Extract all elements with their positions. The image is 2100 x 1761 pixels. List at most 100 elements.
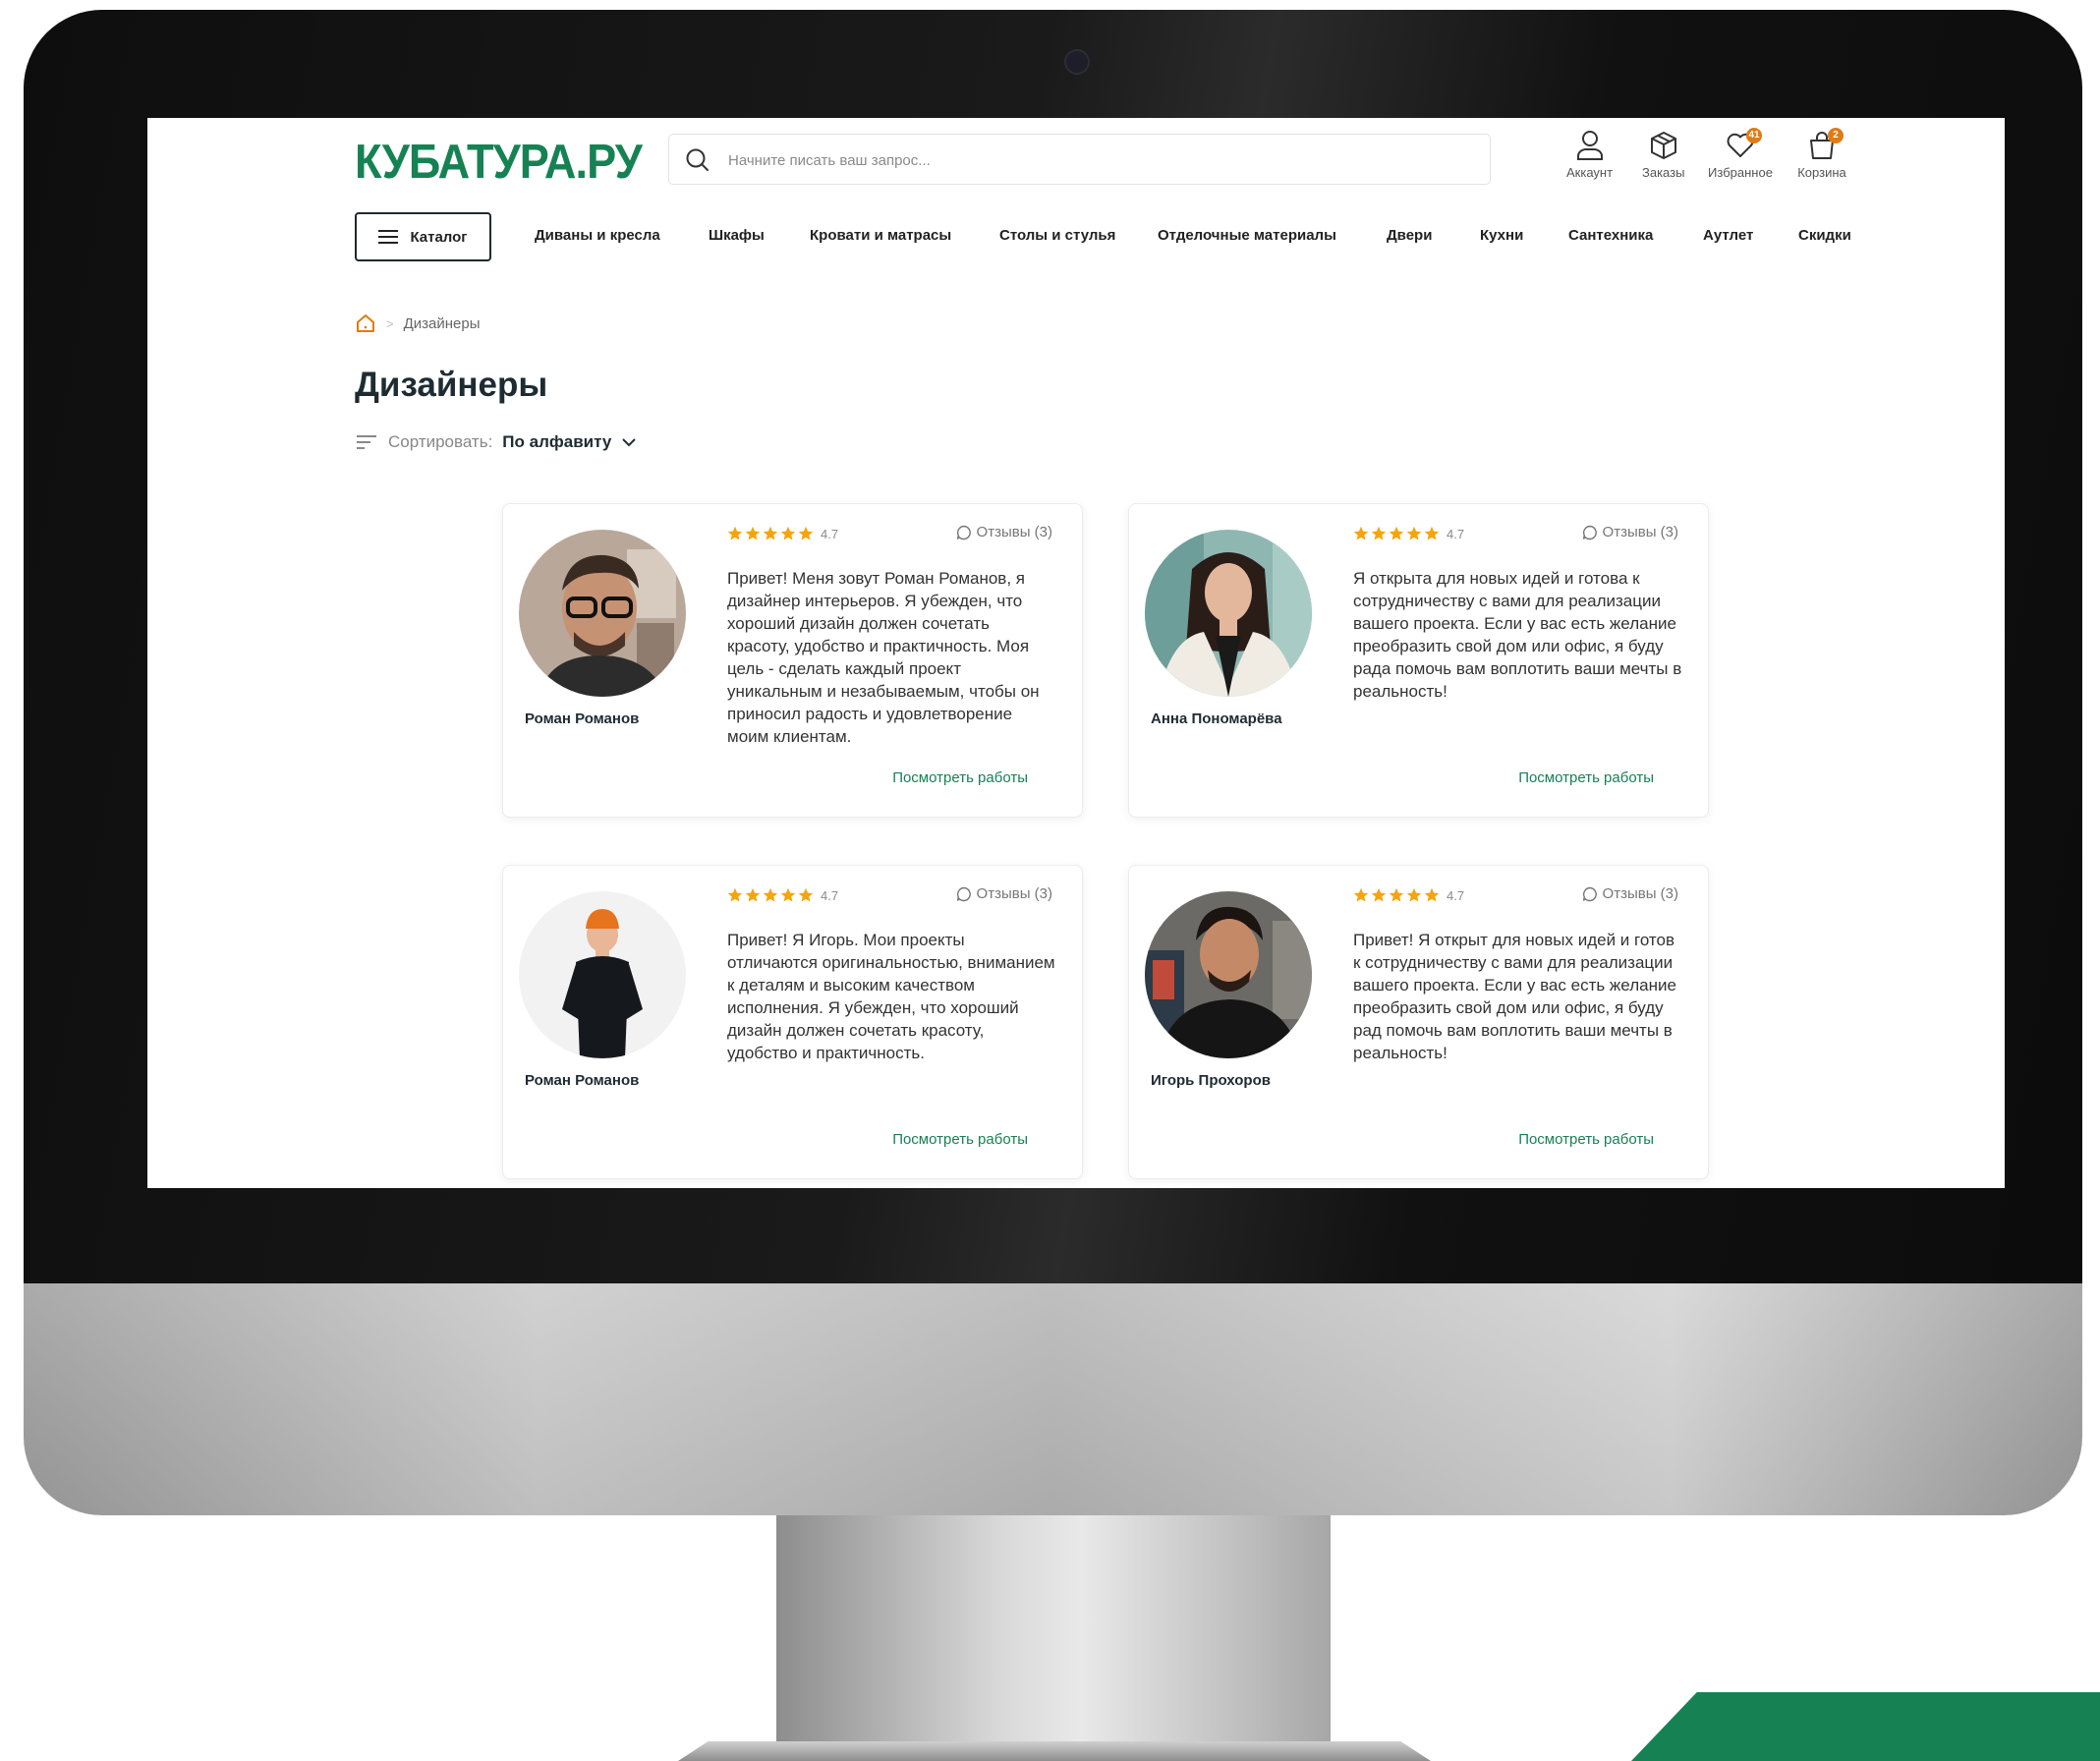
reviews-label: Отзывы (3) bbox=[976, 885, 1052, 902]
star-icon bbox=[745, 526, 761, 540]
search-input[interactable] bbox=[726, 144, 1457, 176]
designer-name: Роман Романов bbox=[525, 710, 640, 727]
star-icon bbox=[1353, 887, 1369, 902]
star-icon bbox=[727, 887, 743, 902]
designer-name: Роман Романов bbox=[525, 1072, 640, 1089]
nav-item-tables[interactable]: Столы и стулья bbox=[999, 227, 1115, 244]
favorites-button[interactable]: Избранное 41 bbox=[1703, 128, 1778, 180]
designer-bio: Привет! Я открыт для новых идей и готов … bbox=[1353, 931, 1676, 1062]
star-icon bbox=[763, 887, 778, 902]
star-icon bbox=[1406, 526, 1422, 540]
monitor-chin bbox=[24, 1283, 2082, 1515]
sort-control[interactable]: Сортировать: По алфавиту bbox=[357, 432, 637, 452]
comment-icon bbox=[1582, 525, 1597, 540]
star-rating: 4.7 bbox=[1353, 887, 1464, 903]
screen: КУБАТУРА.РУ Аккаунт Заказы bbox=[147, 118, 2005, 1188]
nav-item-kitchens[interactable]: Кухни bbox=[1480, 227, 1523, 244]
cart-count-badge: 2 bbox=[1828, 128, 1844, 143]
sort-value[interactable]: По алфавиту bbox=[502, 432, 611, 452]
star-icon bbox=[1424, 887, 1440, 902]
avatar bbox=[1145, 891, 1312, 1058]
search-icon bbox=[686, 148, 709, 171]
star-icon bbox=[727, 526, 743, 540]
site-logo[interactable]: КУБАТУРА.РУ bbox=[355, 139, 643, 187]
designer-bio: Привет! Я Игорь. Мои проекты отличаются … bbox=[727, 931, 1055, 1062]
star-icon bbox=[798, 887, 814, 902]
favorites-label: Избранное bbox=[1708, 165, 1773, 180]
chevron-down-icon[interactable] bbox=[621, 436, 637, 448]
designer-name: Игорь Прохоров bbox=[1151, 1072, 1271, 1089]
designer-card: Роман Романов 4.7 Отзывы (3) Привет! Я И… bbox=[502, 865, 1083, 1179]
star-rating: 4.7 bbox=[1353, 526, 1464, 541]
star-icon bbox=[1424, 526, 1440, 540]
monitor-stand bbox=[776, 1515, 1331, 1747]
star-icon bbox=[780, 887, 796, 902]
cart-button[interactable]: Корзина 2 bbox=[1794, 128, 1849, 180]
star-rating: 4.7 bbox=[727, 887, 838, 903]
star-icon bbox=[1371, 887, 1387, 902]
box-icon bbox=[1650, 132, 1676, 159]
sort-icon bbox=[357, 435, 376, 449]
view-works-link[interactable]: Посмотреть работы bbox=[892, 1131, 1028, 1148]
orders-button[interactable]: Заказы bbox=[1642, 130, 1684, 180]
nav-item-plumbing[interactable]: Сантехника bbox=[1568, 227, 1653, 244]
avatar bbox=[1145, 530, 1312, 697]
star-icon bbox=[1371, 526, 1387, 540]
home-icon[interactable] bbox=[355, 312, 376, 334]
catalog-label: Каталог bbox=[410, 228, 468, 246]
comment-icon bbox=[1582, 886, 1597, 901]
designer-card: Анна Пономарёва 4.7 Отзывы (3) Я открыта… bbox=[1128, 503, 1709, 818]
reviews-link[interactable]: Отзывы (3) bbox=[956, 524, 1052, 540]
camera-icon bbox=[1064, 49, 1090, 75]
reviews-link[interactable]: Отзывы (3) bbox=[1582, 885, 1678, 902]
search-bar[interactable] bbox=[668, 134, 1491, 185]
hamburger-icon bbox=[378, 230, 399, 244]
reviews-label: Отзывы (3) bbox=[1602, 524, 1678, 540]
star-icon bbox=[1389, 526, 1404, 540]
designer-name: Анна Пономарёва bbox=[1151, 710, 1282, 727]
nav-item-discounts[interactable]: Скидки bbox=[1798, 227, 1851, 244]
reviews-label: Отзывы (3) bbox=[976, 524, 1052, 540]
page-title: Дизайнеры bbox=[355, 366, 548, 404]
designer-bio: Я открыта для новых идей и готова к сотр… bbox=[1353, 569, 1682, 701]
nav-item-doors[interactable]: Двери bbox=[1387, 227, 1432, 244]
view-works-link[interactable]: Посмотреть работы bbox=[892, 769, 1028, 786]
reviews-link[interactable]: Отзывы (3) bbox=[1582, 524, 1678, 540]
catalog-button[interactable]: Каталог bbox=[355, 212, 491, 261]
rating-value: 4.7 bbox=[821, 887, 839, 903]
designer-card: Игорь Прохоров 4.7 Отзывы (3) Привет! Я … bbox=[1128, 865, 1709, 1179]
nav-item-outlet[interactable]: Аутлет bbox=[1703, 227, 1753, 244]
brand-accent-shape bbox=[1631, 1692, 2100, 1761]
rating-value: 4.7 bbox=[1447, 887, 1465, 903]
breadcrumb-current: Дизайнеры bbox=[403, 314, 481, 332]
favorites-count-badge: 41 bbox=[1746, 128, 1762, 143]
view-works-link[interactable]: Посмотреть работы bbox=[1518, 1131, 1654, 1148]
breadcrumb-separator: > bbox=[386, 315, 394, 331]
comment-icon bbox=[956, 525, 971, 540]
monitor-frame: КУБАТУРА.РУ Аккаунт Заказы bbox=[24, 10, 2082, 1515]
view-works-link[interactable]: Посмотреть работы bbox=[1518, 769, 1654, 786]
star-icon bbox=[763, 526, 778, 540]
star-icon bbox=[1389, 887, 1404, 902]
orders-label: Заказы bbox=[1642, 165, 1685, 180]
star-icon bbox=[745, 887, 761, 902]
avatar bbox=[519, 891, 686, 1058]
breadcrumb: > Дизайнеры bbox=[355, 312, 480, 334]
rating-value: 4.7 bbox=[1447, 526, 1465, 541]
designer-card: Роман Романов 4.7 Отзывы (3) Привет! Мен… bbox=[502, 503, 1083, 818]
reviews-link[interactable]: Отзывы (3) bbox=[956, 885, 1052, 902]
cart-label: Корзина bbox=[1797, 165, 1846, 180]
monitor-stand-base bbox=[678, 1741, 1431, 1761]
user-icon bbox=[1576, 131, 1603, 160]
star-icon bbox=[780, 526, 796, 540]
account-button[interactable]: Аккаунт bbox=[1566, 130, 1613, 180]
star-icon bbox=[1353, 526, 1369, 540]
nav-item-wardrobes[interactable]: Шкафы bbox=[709, 227, 765, 244]
designer-bio: Привет! Меня зовут Роман Романов, я диза… bbox=[727, 569, 1040, 746]
nav-item-sofas[interactable]: Диваны и кресла bbox=[535, 227, 660, 244]
nav-item-finishing[interactable]: Отделочные материалы bbox=[1158, 227, 1336, 244]
sort-label: Сортировать: bbox=[388, 432, 493, 451]
comment-icon bbox=[956, 886, 971, 901]
nav-item-beds[interactable]: Кровати и матрасы bbox=[810, 227, 951, 244]
reviews-label: Отзывы (3) bbox=[1602, 885, 1678, 902]
